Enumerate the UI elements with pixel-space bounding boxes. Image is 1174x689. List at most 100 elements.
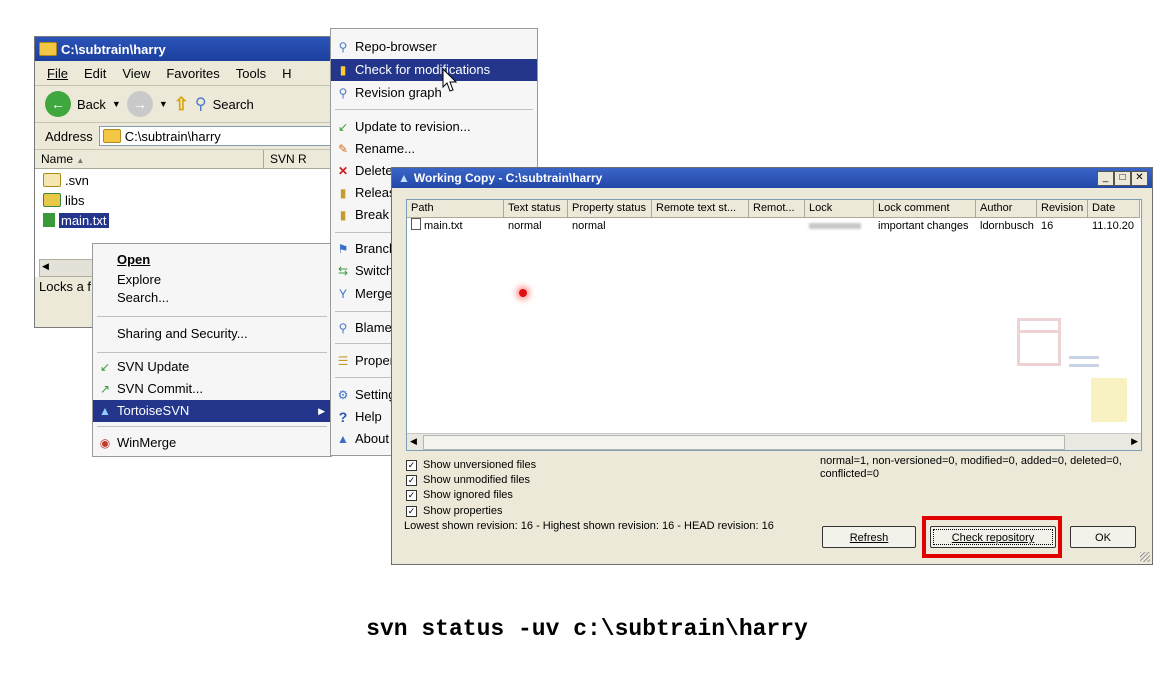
column-date[interactable]: Date bbox=[1088, 200, 1140, 217]
close-button[interactable]: ✕ bbox=[1131, 171, 1148, 186]
list-item[interactable]: .svn bbox=[43, 171, 89, 189]
search-button[interactable]: Search bbox=[213, 97, 254, 112]
delete-icon: ✕ bbox=[337, 164, 349, 178]
menu-edit[interactable]: Edit bbox=[84, 66, 106, 81]
forward-arrow-icon[interactable]: → bbox=[126, 91, 153, 117]
menu-revision-graph[interactable]: ⚲ Revision graph bbox=[331, 82, 537, 104]
menu-tortoisesvn[interactable]: ▲ TortoiseSVN ▶ bbox=[93, 400, 331, 422]
show-properties-checkbox[interactable]: ✓ Show properties bbox=[406, 505, 503, 517]
menu-svn-update[interactable]: ↙ SVN Update bbox=[93, 356, 331, 378]
working-copy-dialog: ▲ Working Copy - C:\subtrain\harry _ □ ✕… bbox=[391, 167, 1153, 565]
file-name-selected: main.txt bbox=[59, 212, 109, 228]
menu-winmerge[interactable]: ◉ WinMerge bbox=[93, 432, 331, 454]
lock-icon: ▮ bbox=[339, 208, 347, 222]
menu-favorites[interactable]: Favorites bbox=[166, 66, 219, 81]
column-lock-comment[interactable]: Lock comment bbox=[874, 200, 976, 217]
resize-grip-icon[interactable] bbox=[1140, 552, 1150, 562]
back-arrow-icon[interactable]: ← bbox=[45, 91, 71, 117]
properties-icon: ☰ bbox=[337, 354, 349, 368]
cursor-highlight-dot bbox=[519, 289, 527, 297]
checkbox-checked[interactable]: ✓ bbox=[406, 489, 417, 501]
scroll-left-icon[interactable]: ◀ bbox=[410, 436, 417, 447]
column-text-status[interactable]: Text status bbox=[504, 200, 568, 217]
tortoisesvn-icon: ▲ bbox=[398, 171, 410, 185]
column-lock[interactable]: Lock bbox=[805, 200, 874, 217]
file-name: .svn bbox=[65, 172, 89, 188]
back-dropdown-icon[interactable]: ▼ bbox=[112, 99, 121, 109]
show-ignored-checkbox[interactable]: ✓ Show ignored files bbox=[406, 489, 513, 501]
horizontal-scrollbar[interactable]: ◀ ▶ bbox=[407, 433, 1141, 450]
blurred-lock-owner bbox=[809, 223, 861, 229]
scroll-thumb[interactable] bbox=[423, 435, 1065, 450]
column-property-status[interactable]: Property status bbox=[568, 200, 652, 217]
show-unversioned-checkbox[interactable]: ✓ Show unversioned files bbox=[406, 459, 536, 471]
file-context-menu: Open Explore Search... Sharing and Secur… bbox=[92, 243, 332, 457]
checkbox-checked[interactable]: ✓ bbox=[406, 505, 417, 517]
ok-button[interactable]: OK bbox=[1070, 526, 1136, 548]
menu-open[interactable]: Open bbox=[93, 249, 331, 271]
menu-separator bbox=[335, 109, 533, 110]
column-revision[interactable]: Revision bbox=[1037, 200, 1088, 217]
scroll-right-icon[interactable]: ▶ bbox=[1131, 436, 1138, 447]
cell-lock bbox=[805, 218, 874, 234]
mouse-cursor-icon bbox=[442, 68, 458, 92]
checkbox-checked[interactable]: ✓ bbox=[406, 459, 417, 471]
menu-search[interactable]: Search... bbox=[93, 287, 331, 309]
refresh-button[interactable]: Refresh bbox=[822, 526, 916, 548]
cell-property-status: normal bbox=[572, 220, 606, 232]
menu-repo-browser[interactable]: ⚲ Repo-browser bbox=[331, 36, 537, 58]
menu-file[interactable]: File bbox=[47, 66, 68, 81]
svn-folder-icon bbox=[43, 193, 61, 207]
explorer-titlebar[interactable]: C:\subtrain\harry bbox=[35, 37, 333, 61]
address-value: C:\subtrain\harry bbox=[124, 128, 221, 144]
show-unmodified-checkbox[interactable]: ✓ Show unmodified files bbox=[406, 474, 530, 486]
folder-icon bbox=[102, 129, 121, 143]
status-summary: normal=1, non-versioned=0, modified=0, a… bbox=[820, 455, 1122, 481]
checkbox-checked[interactable]: ✓ bbox=[406, 474, 417, 486]
explorer-toolbar: ← Back ▼ → ▼ ⇧ ⚲ Search bbox=[35, 86, 333, 123]
repo-browser-icon: ⚲ bbox=[338, 40, 348, 54]
column-svn-revision[interactable]: SVN R bbox=[264, 150, 331, 168]
maximize-button[interactable]: □ bbox=[1114, 171, 1131, 186]
list-item[interactable]: libs bbox=[43, 191, 85, 209]
tortoisesvn-watermark-icon bbox=[1017, 318, 1137, 428]
changes-list-header: Path Text status Property status Remote … bbox=[407, 200, 1140, 218]
minimize-button[interactable]: _ bbox=[1097, 171, 1114, 186]
menu-update-to-revision[interactable]: ↙ Update to revision... bbox=[331, 116, 537, 138]
menu-separator bbox=[97, 426, 327, 427]
column-author[interactable]: Author bbox=[976, 200, 1037, 217]
branch-icon: ⚑ bbox=[337, 242, 349, 256]
cell-path: main.txt bbox=[407, 218, 504, 234]
summary-line-2: conflicted=0 bbox=[820, 468, 880, 480]
menu-tools[interactable]: Tools bbox=[236, 66, 266, 81]
check-modifications-icon: ▮ bbox=[339, 63, 347, 77]
menu-sharing-security[interactable]: Sharing and Security... bbox=[93, 323, 331, 345]
scroll-left-icon[interactable]: ◀ bbox=[42, 261, 49, 272]
dialog-titlebar[interactable]: ▲ Working Copy - C:\subtrain\harry _ □ ✕ bbox=[392, 168, 1152, 188]
menu-separator bbox=[97, 352, 327, 353]
column-path[interactable]: Path bbox=[407, 200, 504, 217]
address-field[interactable]: C:\subtrain\harry bbox=[98, 126, 333, 146]
table-row[interactable]: main.txt normal normal important changes… bbox=[407, 218, 1140, 234]
column-remote-text-status[interactable]: Remote text st... bbox=[652, 200, 749, 217]
command-caption: svn status -uv c:\subtrain\harry bbox=[366, 616, 808, 642]
file-name: libs bbox=[65, 192, 85, 208]
menu-help[interactable]: H bbox=[282, 66, 291, 81]
list-item[interactable]: main.txt bbox=[43, 211, 109, 229]
menu-view[interactable]: View bbox=[122, 66, 150, 81]
menu-svn-commit[interactable]: ↗ SVN Commit... bbox=[93, 378, 331, 400]
forward-dropdown-icon[interactable]: ▼ bbox=[159, 99, 168, 109]
column-remote-property-status[interactable]: Remot... bbox=[749, 200, 805, 217]
menu-check-for-modifications[interactable]: ▮ Check for modifications bbox=[331, 59, 537, 81]
svn-update-icon: ↙ bbox=[99, 360, 111, 374]
check-repository-button[interactable]: Check repository bbox=[930, 526, 1056, 548]
column-name[interactable]: Name ▲ bbox=[35, 150, 264, 168]
file-list-header: Name ▲ SVN R bbox=[35, 150, 333, 169]
winmerge-icon: ◉ bbox=[99, 436, 111, 450]
menu-rename[interactable]: ✎ Rename... bbox=[331, 138, 537, 160]
blame-icon: ⚲ bbox=[338, 321, 348, 335]
back-button[interactable]: Back bbox=[77, 97, 106, 112]
dialog-title: Working Copy - C:\subtrain\harry bbox=[413, 171, 603, 185]
search-icon[interactable]: ⚲ bbox=[195, 94, 207, 114]
up-folder-icon[interactable]: ⇧ bbox=[174, 94, 189, 115]
